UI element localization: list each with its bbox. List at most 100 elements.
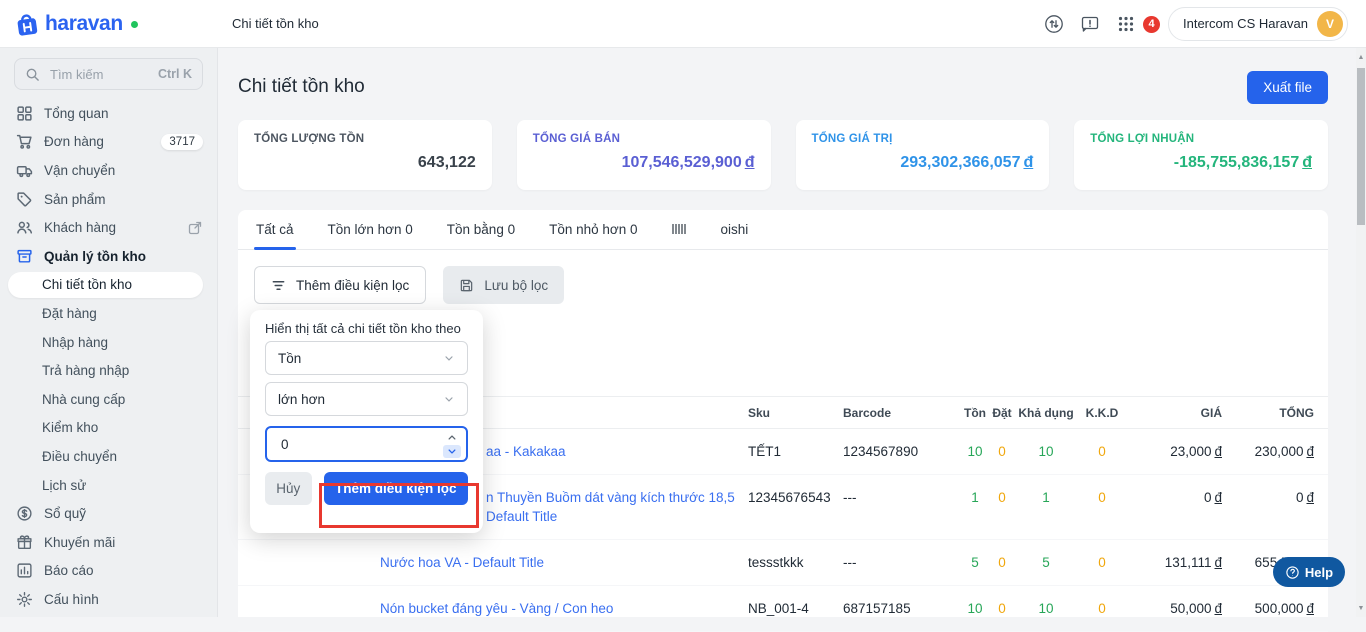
account-menu[interactable]: Intercom CS Haravan V [1168, 7, 1348, 41]
stepper-down-icon[interactable] [443, 445, 461, 458]
save-filter-button[interactable]: Lưu bộ lọc [443, 266, 564, 304]
gear-icon [16, 591, 33, 608]
gia-cell: 0đ [1127, 488, 1222, 507]
sidebar-subitem-stocktake[interactable]: Kiểm kho [0, 414, 217, 443]
sync-icon[interactable] [1044, 14, 1064, 34]
amount-input[interactable] [279, 436, 429, 453]
haravan-logo[interactable]: haravan [0, 11, 218, 37]
sidebar-item-label: Nhà cung cấp [42, 392, 125, 407]
kkd-cell: 0 [1077, 488, 1127, 507]
field-select[interactable]: Tồn [265, 341, 468, 375]
stat-total-profit: TỔNG LỢI NHUẬN -185,755,836,157đ [1074, 120, 1328, 190]
sidebar-item-label: Kiểm kho [42, 420, 98, 435]
amount-input-wrap [265, 426, 468, 462]
tab-stock-eq-0[interactable]: Tồn bằng 0 [445, 210, 517, 249]
sidebar-subitem-inventory-detail[interactable]: Chi tiết tồn kho [8, 272, 203, 299]
scrollbar-thumb[interactable] [1357, 68, 1365, 225]
sidebar-subitem-transfer[interactable]: Điều chuyển [0, 442, 217, 471]
help-button[interactable]: Help [1273, 557, 1345, 587]
global-search[interactable]: Ctrl K [14, 58, 203, 90]
tong-cell: 500,000đ [1222, 599, 1314, 618]
tab-custom-oishi[interactable]: oishi [719, 210, 751, 249]
barcode-cell: 1234567890 [843, 442, 961, 461]
sidebar-item-label: Đặt hàng [42, 306, 97, 321]
kha-dung-cell: 5 [1015, 553, 1077, 572]
sidebar: Ctrl K Tổng quan Đơn hàng 3717 Vận chuyể… [0, 48, 218, 617]
sidebar-subitem-supplier[interactable]: Nhà cung cấp [0, 385, 217, 414]
ton-cell: 10 [961, 599, 989, 618]
operator-select[interactable]: lớn hơn [265, 382, 468, 416]
cancel-button[interactable]: Hủy [265, 472, 312, 505]
sidebar-item-inventory[interactable]: Quản lý tồn kho [0, 242, 217, 271]
tab-custom-lllll[interactable]: lllll [670, 210, 689, 249]
kha-dung-cell: 1 [1015, 488, 1077, 507]
search-input[interactable] [48, 66, 148, 83]
add-filter-submit-button[interactable]: Thêm điều kiện lọc [324, 472, 468, 505]
table-row: Nước hoa VA - Default Title tessstkkk --… [238, 540, 1328, 586]
sidebar-item-cashbook[interactable]: Sổ quỹ [0, 499, 217, 528]
add-filter-button[interactable]: Thêm điều kiện lọc [254, 266, 426, 304]
sidebar-item-reports[interactable]: Báo cáo [0, 557, 217, 586]
feedback-icon[interactable] [1080, 14, 1100, 34]
sidebar-item-products[interactable]: Sản phẩm [0, 185, 217, 214]
header-gia: GIÁ [1127, 406, 1222, 420]
gia-cell: 131,111đ [1127, 553, 1222, 572]
sidebar-item-label: Báo cáo [44, 563, 94, 578]
barcode-cell: 687157185 [843, 599, 961, 618]
search-icon [25, 67, 40, 82]
tong-cell: 230,000đ [1222, 442, 1314, 461]
product-link[interactable]: Nón bucket đáng yêu - Vàng / Con heo [380, 599, 748, 618]
sidebar-item-label: Sản phẩm [44, 192, 106, 207]
apps-grid-icon[interactable] [1116, 14, 1136, 34]
scrollbar-up-arrow[interactable] [1356, 50, 1366, 64]
tab-all[interactable]: Tất cả [254, 210, 296, 249]
product-link[interactable]: n Thuyền Buồm dát vàng kích thước 18,5De… [486, 488, 748, 526]
sidebar-item-label: Cấu hình [44, 592, 99, 607]
product-link[interactable]: Nước hoa VA - Default Title [380, 553, 748, 572]
main-content: Chi tiết tồn kho Xuất file TỔNG LƯỢNG TỒ… [218, 48, 1366, 617]
barcode-cell: --- [843, 488, 961, 507]
sidebar-subitem-return[interactable]: Trả hàng nhập [0, 356, 217, 385]
sku-cell: NB_001-4 [748, 599, 843, 618]
sidebar-item-customers[interactable]: Khách hàng [0, 213, 217, 242]
stat-label: TỔNG LỢI NHUẬN [1090, 133, 1312, 145]
users-icon [16, 219, 33, 236]
chevron-down-icon [443, 352, 455, 364]
sidebar-item-label: Trả hàng nhập [42, 363, 129, 378]
tab-stock-lt-0[interactable]: Tồn nhỏ hơn 0 [547, 210, 639, 249]
question-circle-icon [1285, 565, 1300, 580]
cart-icon [16, 133, 33, 150]
sidebar-item-orders[interactable]: Đơn hàng 3717 [0, 128, 217, 157]
product-link[interactable]: aa - Kakakaa [486, 442, 748, 461]
status-dot [131, 21, 138, 28]
sidebar-item-settings[interactable]: Cấu hình [0, 585, 217, 614]
vertical-scrollbar[interactable] [1356, 48, 1366, 617]
sidebar-subitem-history[interactable]: Lịch sử [0, 471, 217, 500]
export-file-button[interactable]: Xuất file [1247, 71, 1328, 104]
sidebar-item-label: Sổ quỹ [44, 506, 86, 521]
sidebar-item-shipping[interactable]: Vận chuyển [0, 156, 217, 185]
header-barcode: Barcode [843, 406, 961, 420]
scrollbar-down-arrow[interactable] [1356, 601, 1366, 615]
kkd-cell: 0 [1077, 442, 1127, 461]
stats-row: TỔNG LƯỢNG TỒN 643,122 TỔNG GIÁ BÁN 107,… [238, 120, 1328, 190]
stat-label: TỔNG GIÁ BÁN [533, 133, 755, 145]
sidebar-item-label: Khuyến mãi [44, 535, 115, 550]
header-kkd: K.K.D [1077, 406, 1127, 420]
sidebar-subitem-receive[interactable]: Nhập hàng [0, 328, 217, 357]
sidebar-item-label: Điều chuyển [42, 449, 117, 464]
sidebar-item-promotions[interactable]: Khuyến mãi [0, 528, 217, 557]
report-chart-icon [16, 562, 33, 579]
gift-icon [16, 534, 33, 551]
dat-cell: 0 [989, 488, 1015, 507]
tab-stock-gt-0[interactable]: Tồn lớn hơn 0 [326, 210, 415, 249]
external-link-icon[interactable] [187, 220, 203, 236]
tag-icon [16, 191, 33, 208]
account-name: Intercom CS Haravan [1183, 16, 1308, 31]
sidebar-item-overview[interactable]: Tổng quan [0, 99, 217, 128]
kha-dung-cell: 10 [1015, 599, 1077, 618]
sidebar-subitem-purchase-order[interactable]: Đặt hàng [0, 299, 217, 328]
stepper-up-icon[interactable] [443, 431, 461, 444]
truck-icon [16, 162, 33, 179]
popover-title: Hiển thị tất cả chi tiết tồn kho theo [265, 320, 468, 337]
